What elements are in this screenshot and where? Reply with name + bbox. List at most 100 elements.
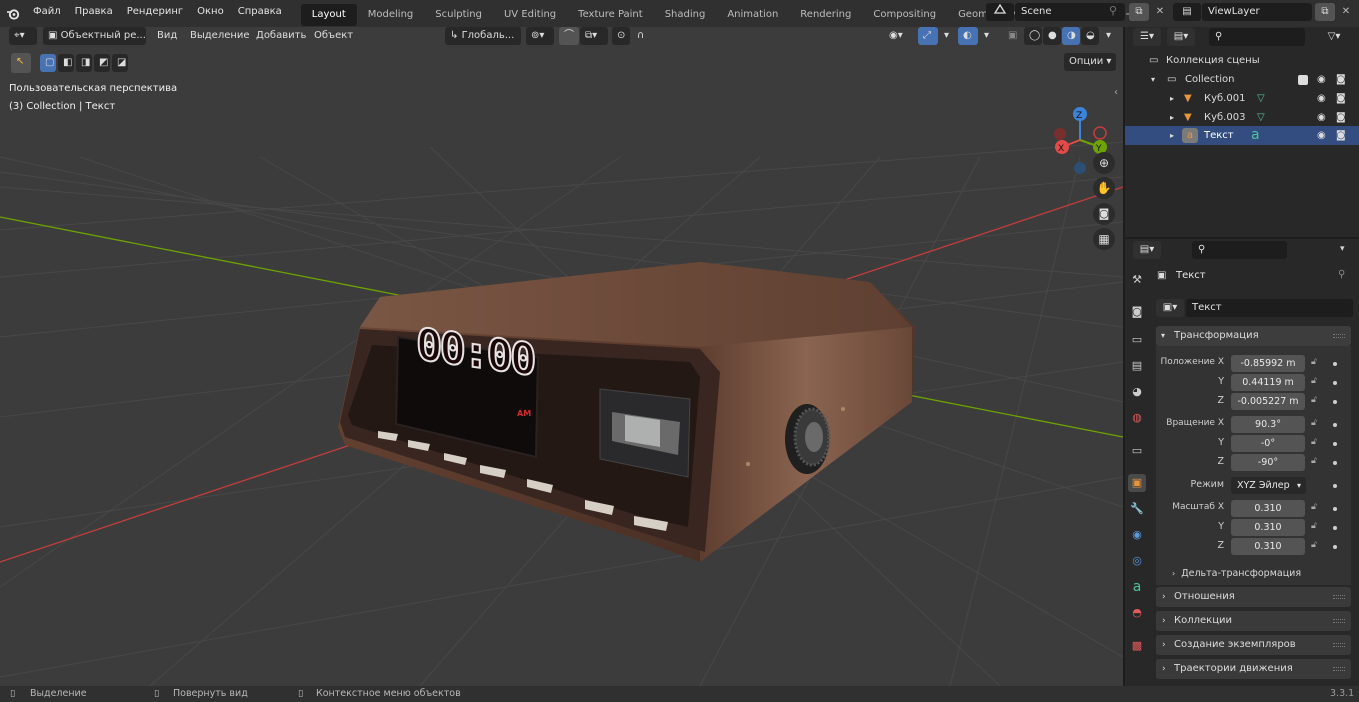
output-tab-icon[interactable]: ▭ <box>1128 331 1146 349</box>
select-mode-extend[interactable]: ◧ <box>58 54 74 72</box>
keyframe-dot-icon[interactable] <box>1333 362 1337 366</box>
object-tab-icon[interactable]: ▣ <box>1128 474 1146 492</box>
select-mode-new[interactable]: ▢ <box>40 54 56 72</box>
tab-animation[interactable]: Animation <box>716 4 789 26</box>
text-data-icon[interactable]: a <box>1251 126 1260 145</box>
texture-tab-icon[interactable]: ▩ <box>1128 637 1146 655</box>
view-layer-type-icon[interactable]: ▤ <box>1173 3 1201 21</box>
ortho-grid-icon[interactable]: ▦ <box>1093 228 1115 250</box>
properties-search-input[interactable]: ⚲ <box>1192 241 1287 259</box>
collection-tab-icon[interactable]: ▭ <box>1128 442 1146 460</box>
outliner-editor-type[interactable]: ☰▾ <box>1133 28 1161 46</box>
proportional-edit-toggle[interactable]: ⊙ <box>612 27 630 45</box>
rotation-x-field[interactable]: 90.3° <box>1231 416 1305 433</box>
overlays-toggle[interactable]: ◐ <box>958 27 978 45</box>
outliner-filter-icon[interactable]: ▽▾ <box>1320 28 1348 46</box>
mesh-data-icon[interactable]: ▽ <box>1257 108 1265 127</box>
shading-rendered[interactable]: ◒ <box>1081 27 1099 45</box>
rotation-z-field[interactable]: -90° <box>1231 454 1305 471</box>
keyframe-dot-icon[interactable] <box>1333 400 1337 404</box>
lock-location-z-icon[interactable]: 🔓︎ <box>1311 395 1317 405</box>
delete-view-layer-button[interactable]: ✕ <box>1336 3 1356 21</box>
rotation-y-field[interactable]: -0° <box>1231 435 1305 452</box>
lock-scale-z-icon[interactable]: 🔓︎ <box>1311 540 1317 550</box>
pivot-point-dropdown[interactable]: ⊚▾ <box>526 27 554 45</box>
object-datablock-type[interactable]: ▣▾ <box>1156 299 1184 317</box>
drag-grip-icon[interactable] <box>1333 667 1345 671</box>
drag-grip-icon[interactable] <box>1333 619 1345 623</box>
keyframe-dot-icon[interactable] <box>1333 526 1337 530</box>
tab-sculpting[interactable]: Sculpting <box>424 4 493 26</box>
pan-hand-icon[interactable]: ✋ <box>1093 177 1115 199</box>
transform-panel-header[interactable]: ▾ Трансформация <box>1156 326 1351 346</box>
snap-toggle[interactable]: ⌒ <box>559 27 579 45</box>
keyframe-dot-icon[interactable] <box>1333 507 1337 511</box>
snap-target-dropdown[interactable]: ⧉▾ <box>580 27 608 45</box>
render-camera-icon[interactable]: ◙ <box>1336 70 1346 89</box>
menu-select[interactable]: Выделение <box>190 27 250 45</box>
render-tab-icon[interactable]: ◙ <box>1128 303 1146 321</box>
lock-rotation-y-icon[interactable]: 🔓︎ <box>1311 437 1317 447</box>
mesh-data-icon[interactable]: ▽ <box>1257 89 1265 108</box>
location-x-field[interactable]: -0.85992 m <box>1231 355 1305 372</box>
scene-type-icon[interactable] <box>986 3 1014 21</box>
scale-y-field[interactable]: 0.310 <box>1231 519 1305 536</box>
keyframe-dot-icon[interactable] <box>1333 484 1337 488</box>
object-name-field[interactable]: Текст <box>1186 299 1353 317</box>
options-dropdown[interactable]: Опции ▾ <box>1064 53 1116 71</box>
lock-scale-y-icon[interactable]: 🔓︎ <box>1311 521 1317 531</box>
visibility-eye-icon[interactable]: ◉ <box>1317 70 1326 89</box>
menu-view[interactable]: Вид <box>157 27 177 45</box>
select-mode-invert[interactable]: ◩ <box>94 54 110 72</box>
keyframe-dot-icon[interactable] <box>1333 381 1337 385</box>
expand-chevron-icon[interactable]: ▸ <box>1170 126 1174 145</box>
collapse-chevron-icon[interactable]: ▾ <box>1151 70 1155 89</box>
keyframe-dot-icon[interactable] <box>1333 423 1337 427</box>
tab-modeling[interactable]: Modeling <box>357 4 425 26</box>
blender-logo-icon[interactable] <box>0 0 26 27</box>
delta-transform-subpanel[interactable]: › Дельта-трансформация <box>1172 566 1347 582</box>
lock-rotation-x-icon[interactable]: 🔓︎ <box>1311 418 1317 428</box>
sidebar-toggle-chevron-icon[interactable]: ‹ <box>1114 87 1118 98</box>
keyframe-dot-icon[interactable] <box>1333 545 1337 549</box>
object-mode-dropdown[interactable]: ▣ Объектный ре... <box>43 27 146 45</box>
keyframe-dot-icon[interactable] <box>1333 442 1337 446</box>
zoom-icon[interactable]: ⊕ <box>1093 152 1115 174</box>
drag-grip-icon[interactable] <box>1333 334 1345 338</box>
outliner-item-cube-001[interactable]: ▸ ▼ Куб.001 ▽ ◉ ◙ <box>1125 89 1359 108</box>
tab-compositing[interactable]: Compositing <box>862 4 947 26</box>
falloff-dropdown[interactable]: ∩ <box>632 27 660 45</box>
render-camera-icon[interactable]: ◙ <box>1336 89 1346 108</box>
tab-rendering[interactable]: Rendering <box>789 4 862 26</box>
menu-window[interactable]: Окно <box>190 0 231 27</box>
outliner-item-text[interactable]: ▸ a Текст a ◉ ◙ <box>1125 126 1359 145</box>
select-mode-intersect[interactable]: ◪ <box>112 54 128 72</box>
menu-file[interactable]: Файл <box>26 0 68 27</box>
visibility-eye-icon[interactable]: ◉ <box>1317 108 1326 127</box>
motion-paths-panel-header[interactable]: › Траектории движения <box>1156 659 1351 679</box>
lock-rotation-z-icon[interactable]: 🔓︎ <box>1311 456 1317 466</box>
menu-add[interactable]: Добавить <box>256 27 306 45</box>
outliner-item-cube-003[interactable]: ▸ ▼ Куб.003 ▽ ◉ ◙ <box>1125 108 1359 127</box>
relations-panel-header[interactable]: › Отношения <box>1156 587 1351 607</box>
lock-scale-x-icon[interactable]: 🔓︎ <box>1311 502 1317 512</box>
modifier-tab-icon[interactable]: 🔧 <box>1128 500 1146 518</box>
select-tool-icon[interactable]: ↖ <box>11 53 31 73</box>
properties-options-chevron-icon[interactable]: ▾ <box>1340 244 1345 254</box>
gizmo-dropdown[interactable]: ▾ <box>939 27 951 45</box>
outliner-search-input[interactable]: ⚲ <box>1209 28 1305 46</box>
tab-shading[interactable]: Shading <box>654 4 717 26</box>
shading-material[interactable]: ◑ <box>1062 27 1080 45</box>
scene-collection-row[interactable]: ▭ Коллекция сцены <box>1125 51 1359 70</box>
text-data-tab-icon[interactable]: a <box>1128 578 1146 596</box>
collections-panel-header[interactable]: › Коллекции <box>1156 611 1351 631</box>
overlays-dropdown[interactable]: ▾ <box>979 27 991 45</box>
properties-editor-type[interactable]: ▤▾ <box>1133 241 1161 259</box>
new-view-layer-button[interactable]: ⧉ <box>1315 3 1335 21</box>
menu-edit[interactable]: Правка <box>68 0 120 27</box>
render-camera-icon[interactable]: ◙ <box>1336 126 1346 145</box>
camera-view-icon[interactable]: ◙ <box>1093 203 1115 225</box>
visibility-dropdown[interactable]: ◉▾ <box>884 27 912 45</box>
shading-solid[interactable]: ● <box>1043 27 1061 45</box>
shading-wireframe[interactable]: ◯ <box>1024 27 1042 45</box>
